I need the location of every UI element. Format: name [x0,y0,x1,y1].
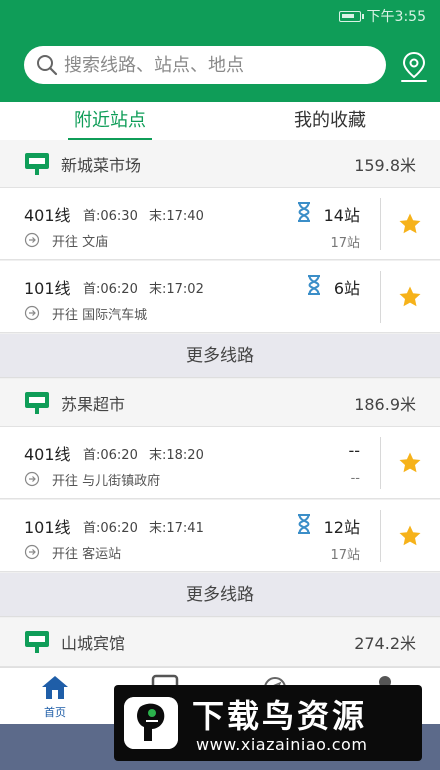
route-row[interactable]: 101线 首:06:20 末:17:02 开往 国际汽车城 6站 [0,261,440,333]
route-row[interactable]: 401线 首:06:30 末:17:40 开往 文庙 14站 17站 [0,188,440,260]
divider [380,510,381,562]
tab-bar: 附近站点 我的收藏 [0,102,440,140]
status-bar: 下午3:55 [338,6,426,26]
watermark-banner: 下载鸟资源 www.xiazainiao.com [114,685,422,761]
divider [380,198,381,250]
bus-stop-icon [25,391,49,414]
route-row[interactable]: 101线 首:06:20 末:17:41 开往 客运站 12站 17站 [0,500,440,572]
station-distance: 159.8米 [354,155,416,175]
total-stops: 17站 [330,548,360,563]
direction-arrow-icon [24,544,40,560]
last-bus-time: 末:18:20 [149,448,204,463]
stops-away: 6站 [333,279,360,298]
favorite-star-icon[interactable] [398,212,422,236]
station-name: 苏果超市 [61,394,126,414]
route-direction: 开往 客运站 [52,547,122,562]
bird-logo-icon [124,697,178,749]
route-direction: 开往 文庙 [52,235,109,250]
bus-stop-icon [25,631,49,653]
first-bus-time: 首:06:30 [83,209,138,224]
first-bus-time: 首:06:20 [83,282,138,297]
first-bus-time: 首:06:20 [83,521,138,536]
more-routes-button[interactable]: 更多线路 [0,573,440,617]
tab-favorites[interactable]: 我的收藏 [220,102,440,140]
last-bus-time: 末:17:40 [149,209,204,224]
station-name: 新城菜市场 [61,155,142,175]
station-distance: 274.2米 [354,634,416,653]
route-direction: 开往 国际汽车城 [52,308,148,323]
battery-icon [338,10,364,22]
route-name: 101线 [24,518,71,537]
hourglass-icon [308,275,320,295]
last-bus-time: 末:17:02 [149,282,204,297]
direction-arrow-icon [24,471,40,487]
status-time: 下午3:55 [366,9,426,25]
divider [380,271,381,323]
nav-home-label: 首页 [44,706,66,719]
stops-away: 14站 [323,206,360,225]
search-bar[interactable] [24,46,386,84]
direction-arrow-icon [24,232,40,248]
route-name: 401线 [24,206,71,225]
nav-home[interactable]: 首页 [0,668,110,724]
last-bus-time: 末:17:41 [149,521,204,536]
favorite-star-icon[interactable] [398,285,422,309]
total-stops: 17站 [330,236,360,251]
station-header[interactable]: 山城宾馆 274.2米 [0,618,440,667]
station-header[interactable]: 苏果超市 186.9米 [0,379,440,427]
first-bus-time: 首:06:20 [83,448,138,463]
station-header[interactable]: 新城菜市场 159.8米 [0,140,440,188]
search-icon [37,55,58,76]
total-stops: -- [350,471,360,486]
hourglass-icon [298,514,310,534]
route-name: 401线 [24,445,71,464]
route-row[interactable]: 401线 首:06:20 末:18:20 开往 与儿街镇政府 -- -- [0,427,440,499]
favorite-star-icon[interactable] [398,524,422,548]
watermark-url: www.xiazainiao.com [196,735,368,754]
more-routes-button[interactable]: 更多线路 [0,334,440,378]
home-icon [42,676,68,699]
hourglass-icon [298,202,310,222]
stops-away: -- [348,441,360,460]
app-header: 下午3:55 [0,0,440,102]
station-distance: 186.9米 [354,394,416,414]
route-name: 101线 [24,279,71,298]
direction-arrow-icon [24,305,40,321]
bus-stop-icon [25,152,49,175]
station-name: 山城宾馆 [61,634,126,653]
watermark-title: 下载鸟资源 [192,697,368,735]
route-direction: 开往 与儿街镇政府 [52,474,161,489]
location-pin-icon[interactable] [398,50,430,84]
tab-nearby-stations[interactable]: 附近站点 [0,102,220,140]
stops-away: 12站 [323,518,360,537]
search-input[interactable] [64,54,364,76]
divider [380,437,381,489]
favorite-star-icon[interactable] [398,451,422,475]
